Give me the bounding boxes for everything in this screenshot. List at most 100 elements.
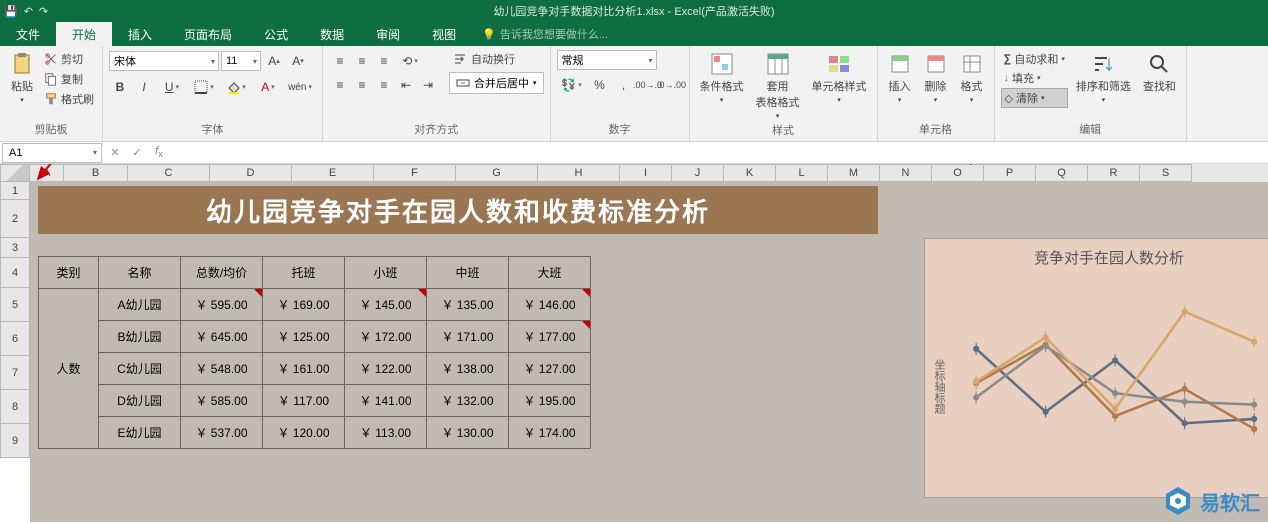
paste-button[interactable]: 粘贴▾ — [6, 50, 38, 106]
data-cell[interactable]: ￥ 125.00 — [263, 321, 345, 353]
copy-button[interactable]: 复制 — [42, 70, 96, 88]
data-cell[interactable]: A幼儿园 — [99, 289, 181, 321]
align-center-button[interactable]: ≡ — [351, 74, 373, 96]
font-color-button[interactable]: A — [253, 76, 283, 98]
data-cell[interactable]: ￥ 195.00 — [509, 385, 591, 417]
grow-font-button[interactable]: A▴ — [263, 50, 285, 72]
col-header-E[interactable]: E — [292, 164, 374, 182]
border-button[interactable] — [189, 76, 219, 98]
data-cell[interactable]: ￥ 595.00 — [181, 289, 263, 321]
col-header-C[interactable]: C — [128, 164, 210, 182]
row-header-1[interactable]: 1 — [0, 182, 30, 200]
data-cell[interactable]: ￥ 177.00 — [509, 321, 591, 353]
col-header-S[interactable]: S — [1140, 164, 1192, 182]
orientation-button[interactable]: ⟲ — [395, 50, 425, 72]
row-header-5[interactable]: 5 — [0, 288, 30, 322]
data-cell[interactable]: ￥ 172.00 — [345, 321, 427, 353]
indent-decrease-button[interactable]: ⇤ — [395, 74, 417, 96]
col-header-N[interactable]: N — [880, 164, 932, 182]
align-middle-button[interactable]: ≡ — [351, 50, 373, 72]
undo-icon[interactable]: ↶ — [24, 5, 33, 18]
data-cell[interactable]: E幼儿园 — [99, 417, 181, 449]
data-cell[interactable]: ￥ 585.00 — [181, 385, 263, 417]
col-header-M[interactable]: M — [828, 164, 880, 182]
col-header-D[interactable]: D — [210, 164, 292, 182]
find-select-button[interactable]: 查找和 — [1139, 50, 1180, 96]
align-left-button[interactable]: ≡ — [329, 74, 351, 96]
data-cell[interactable]: ￥ 122.00 — [345, 353, 427, 385]
sort-filter-button[interactable]: 排序和筛选▾ — [1072, 50, 1135, 106]
format-painter-button[interactable]: 格式刷 — [42, 90, 96, 108]
data-cell[interactable]: ￥ 117.00 — [263, 385, 345, 417]
row-header-7[interactable]: 7 — [0, 356, 30, 390]
col-header-A[interactable]: A — [30, 164, 64, 182]
col-header-B[interactable]: B — [64, 164, 128, 182]
col-header-K[interactable]: K — [724, 164, 776, 182]
col-header-F[interactable]: F — [374, 164, 456, 182]
col-header-Q[interactable]: Q — [1036, 164, 1088, 182]
indent-increase-button[interactable]: ⇥ — [417, 74, 439, 96]
tab-data[interactable]: 数据 — [304, 22, 360, 46]
italic-button[interactable]: I — [133, 76, 155, 98]
decrease-decimal-button[interactable]: .0→.00 — [661, 74, 683, 96]
bold-button[interactable]: B — [109, 76, 131, 98]
tab-insert[interactable]: 插入 — [112, 22, 168, 46]
formula-input[interactable] — [170, 143, 1268, 163]
chart[interactable]: 竞争对手在园人数分析 坐标轴标题 — [924, 238, 1268, 498]
data-cell[interactable]: ￥ 120.00 — [263, 417, 345, 449]
phonetic-button[interactable]: wén — [285, 76, 315, 98]
delete-cells-button[interactable]: 删除▾ — [920, 50, 952, 106]
data-cell[interactable]: ￥ 132.00 — [427, 385, 509, 417]
data-cell[interactable]: ￥ 127.00 — [509, 353, 591, 385]
row-header-9[interactable]: 9 — [0, 424, 30, 458]
percent-button[interactable]: % — [589, 74, 611, 96]
col-header-R[interactable]: R — [1088, 164, 1140, 182]
row-header-2[interactable]: 2 — [0, 200, 30, 238]
grid-body[interactable]: 幼儿园竞争对手在园人数和收费标准分析 类别名称总数/均价托班小班中班大班人数A幼… — [30, 182, 1268, 522]
tab-formula[interactable]: 公式 — [248, 22, 304, 46]
format-cells-button[interactable]: 格式▾ — [956, 50, 988, 106]
data-cell[interactable]: ￥ 171.00 — [427, 321, 509, 353]
cell-styles-button[interactable]: 单元格样式▾ — [808, 50, 871, 106]
tab-layout[interactable]: 页面布局 — [168, 22, 248, 46]
col-header-G[interactable]: G — [456, 164, 538, 182]
row-header-6[interactable]: 6 — [0, 322, 30, 356]
data-cell[interactable]: ￥ 548.00 — [181, 353, 263, 385]
tab-file[interactable]: 文件 — [0, 22, 56, 46]
data-cell[interactable]: ￥ 130.00 — [427, 417, 509, 449]
table-format-button[interactable]: 套用 表格格式▾ — [752, 50, 804, 122]
underline-button[interactable]: U — [157, 76, 187, 98]
align-bottom-button[interactable]: ≡ — [373, 50, 395, 72]
col-header-L[interactable]: L — [776, 164, 828, 182]
redo-icon[interactable]: ↷ — [39, 5, 48, 18]
data-cell[interactable]: ￥ 145.00 — [345, 289, 427, 321]
comma-button[interactable]: , — [613, 74, 635, 96]
font-size-combo[interactable]: 11 — [221, 51, 261, 71]
col-header-J[interactable]: J — [672, 164, 724, 182]
select-all-corner[interactable] — [0, 164, 30, 182]
data-cell[interactable]: ￥ 161.00 — [263, 353, 345, 385]
name-box[interactable]: A1 — [2, 143, 102, 163]
increase-decimal-button[interactable]: .00→.0 — [637, 74, 659, 96]
data-cell[interactable]: ￥ 138.00 — [427, 353, 509, 385]
align-top-button[interactable]: ≡ — [329, 50, 351, 72]
clear-button[interactable]: ◇清除▾ — [1001, 88, 1068, 108]
autosum-button[interactable]: ∑自动求和▾ — [1001, 50, 1068, 68]
data-cell[interactable]: ￥ 645.00 — [181, 321, 263, 353]
tab-view[interactable]: 视图 — [416, 22, 472, 46]
conditional-format-button[interactable]: 条件格式▾ — [696, 50, 748, 106]
align-right-button[interactable]: ≡ — [373, 74, 395, 96]
row-header-3[interactable]: 3 — [0, 238, 30, 258]
data-cell[interactable]: ￥ 174.00 — [509, 417, 591, 449]
tab-home[interactable]: 开始 — [56, 22, 112, 46]
row-header-4[interactable]: 4 — [0, 258, 30, 288]
data-cell[interactable]: C幼儿园 — [99, 353, 181, 385]
data-cell[interactable]: ￥ 169.00 — [263, 289, 345, 321]
data-cell[interactable]: ￥ 141.00 — [345, 385, 427, 417]
data-cell[interactable]: ￥ 537.00 — [181, 417, 263, 449]
tab-review[interactable]: 审阅 — [360, 22, 416, 46]
insert-cells-button[interactable]: 插入▾ — [884, 50, 916, 106]
merge-center-button[interactable]: 合并后居中▾ — [449, 72, 544, 94]
shrink-font-button[interactable]: A▾ — [287, 50, 309, 72]
cut-button[interactable]: 剪切 — [42, 50, 96, 68]
